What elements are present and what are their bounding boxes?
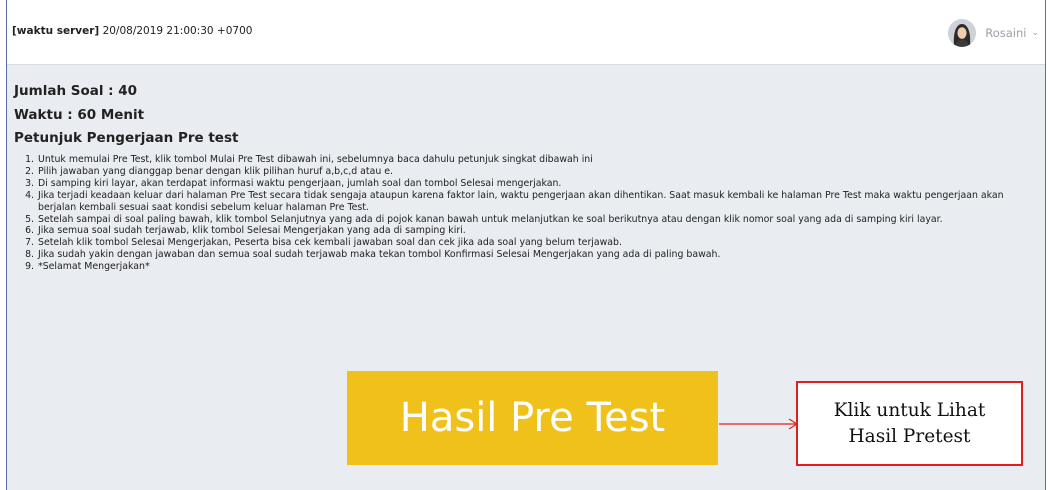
instruction-item: *Selamat Mengerjakan*: [37, 261, 1041, 273]
annotation-callout: Klik untuk Lihat Hasil Pretest: [796, 381, 1023, 466]
instructions-title: Petunjuk Pengerjaan Pre test: [14, 130, 239, 146]
instruction-item: Untuk memulai Pre Test, klik tombol Mula…: [37, 154, 1041, 166]
instruction-item: Setelah sampai di soal paling bawah, kli…: [37, 214, 1041, 226]
question-count: Jumlah Soal : 40: [14, 83, 138, 99]
top-bar: [waktu server] 20/08/2019 21:00:30 +0700…: [7, 0, 1045, 65]
instructions-list: Untuk memulai Pre Test, klik tombol Mula…: [14, 154, 1041, 273]
callout-line-1: Klik untuk Lihat: [833, 399, 986, 421]
instruction-item: Setelah klik tombol Selesai Mengerjakan,…: [37, 237, 1041, 249]
chevron-down-icon[interactable]: ⌄: [1031, 28, 1039, 38]
arrow-icon: [719, 418, 799, 430]
instruction-item: Jika terjadi keadaan keluar dari halaman…: [37, 190, 1041, 214]
instruction-item: Pilih jawaban yang dianggap benar dengan…: [37, 166, 1041, 178]
exam-info: Jumlah Soal : 40 Waktu : 60 Menit Petunj…: [14, 82, 1041, 273]
exam-duration: Waktu : 60 Menit: [14, 107, 145, 123]
instruction-item: Jika semua soal sudah terjawab, klik tom…: [37, 225, 1041, 237]
user-menu[interactable]: Rosaini ⌄: [948, 19, 1039, 47]
server-time-label: [waktu server]: [12, 25, 100, 37]
callout-line-2: Hasil Pretest: [848, 425, 971, 447]
user-avatar-icon: [948, 19, 977, 47]
user-name[interactable]: Rosaini: [985, 26, 1026, 40]
instruction-item: Jika sudah yakin dengan jawaban dan semu…: [37, 249, 1041, 261]
server-time: [waktu server] 20/08/2019 21:00:30 +0700: [12, 25, 252, 37]
instruction-item: Di samping kiri layar, akan terdapat inf…: [37, 178, 1041, 190]
result-pre-test-button[interactable]: Hasil Pre Test: [347, 371, 718, 465]
user-avatar[interactable]: [948, 19, 977, 47]
server-time-value: 20/08/2019 21:00:30 +0700: [102, 25, 253, 37]
